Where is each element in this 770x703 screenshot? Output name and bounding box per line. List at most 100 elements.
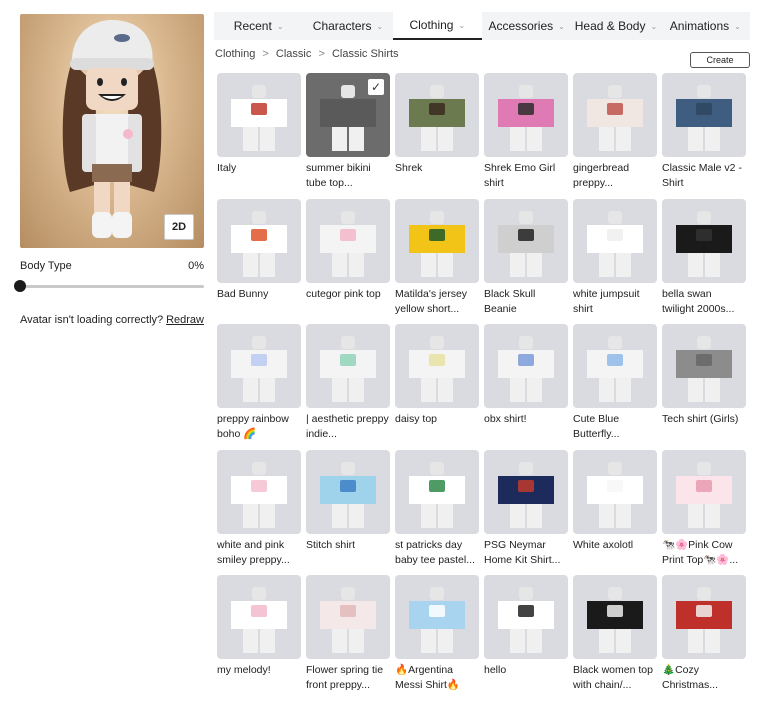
item-name: Matilda's jersey yellow short... xyxy=(395,287,468,315)
category-tabs: Recent ⌄ Characters ⌄ Clothing ⌄ Accessories ⌄ H… xyxy=(214,12,750,40)
item-thumbnail[interactable] xyxy=(573,198,657,283)
catalog-item[interactable]: Classic Male v2 - Shirt xyxy=(662,73,746,199)
item-name: hello xyxy=(484,664,507,676)
shirt-mannequin-icon xyxy=(231,210,287,277)
catalog-item[interactable]: preppy rainbow boho 🌈 xyxy=(217,324,301,450)
item-thumbnail[interactable] xyxy=(217,575,301,659)
chevron-down-icon: ⌄ xyxy=(458,20,466,30)
avatar-preview[interactable]: 2D xyxy=(20,14,204,248)
tab-accessories[interactable]: Accessories ⌄ xyxy=(482,12,571,40)
catalog-item[interactable]: obx shirt! xyxy=(484,324,568,450)
tab-label: Head & Body xyxy=(574,19,646,33)
shirt-mannequin-icon xyxy=(498,210,554,277)
item-name: Italy xyxy=(217,162,237,174)
catalog-item[interactable]: Black Skull Beanie xyxy=(484,198,568,325)
item-thumbnail[interactable] xyxy=(573,449,657,534)
item-thumbnail[interactable] xyxy=(484,198,568,283)
create-button[interactable]: Create xyxy=(690,52,750,68)
item-name: White axolotl xyxy=(573,538,634,551)
catalog-item[interactable]: white jumpsuit shirt xyxy=(573,198,657,325)
catalog-item[interactable]: my melody! xyxy=(217,575,301,701)
catalog-item[interactable]: hello xyxy=(484,575,568,701)
item-thumbnail[interactable] xyxy=(306,575,390,659)
catalog-item[interactable]: Bad Bunny xyxy=(217,198,301,325)
item-thumbnail[interactable] xyxy=(395,198,479,283)
catalog-item[interactable]: Shrek Emo Girl shirt xyxy=(484,73,568,199)
chevron-down-icon: ⌄ xyxy=(558,21,565,31)
catalog-item[interactable]: white and pink smiley preppy... xyxy=(217,449,301,576)
catalog-item[interactable]: White axolotl xyxy=(573,449,657,576)
catalog-item[interactable]: daisy top xyxy=(395,324,479,450)
shirt-mannequin-icon xyxy=(409,85,465,151)
catalog-item[interactable]: Stitch shirt xyxy=(306,449,390,576)
catalog-item[interactable]: Black women top with chain/... xyxy=(573,575,657,701)
item-thumbnail[interactable] xyxy=(484,73,568,157)
catalog-item[interactable]: Matilda's jersey yellow short... xyxy=(395,198,479,325)
catalog-item[interactable]: 🎄Cozy Christmas... xyxy=(662,575,746,701)
catalog-item[interactable]: | aesthetic preppy indie... xyxy=(306,324,390,450)
body-type-slider[interactable] xyxy=(14,280,204,292)
tab-head-body[interactable]: Head & Body ⌄ xyxy=(571,12,660,40)
item-thumbnail[interactable] xyxy=(395,73,479,157)
tab-animations[interactable]: Animations ⌄ xyxy=(661,12,750,40)
item-thumbnail[interactable] xyxy=(217,324,301,408)
shirt-mannequin-icon xyxy=(320,587,376,653)
breadcrumb-clothing[interactable]: Clothing xyxy=(215,48,255,60)
item-thumbnail[interactable] xyxy=(395,324,479,408)
tab-characters[interactable]: Characters ⌄ xyxy=(303,12,392,40)
item-thumbnail[interactable] xyxy=(484,575,568,659)
item-thumbnail[interactable] xyxy=(217,198,301,283)
item-thumbnail[interactable] xyxy=(395,575,479,659)
item-thumbnail[interactable] xyxy=(573,575,657,659)
catalog-item[interactable]: cutegor pink top xyxy=(306,198,390,325)
item-thumbnail[interactable] xyxy=(573,324,657,408)
item-thumbnail[interactable] xyxy=(306,198,390,283)
item-name: Bad Bunny xyxy=(217,287,269,300)
item-name: Black Skull Beanie xyxy=(484,287,536,315)
tab-label: Recent xyxy=(233,19,272,33)
avatar-figure xyxy=(62,20,162,238)
item-thumbnail[interactable] xyxy=(484,449,568,534)
item-thumbnail[interactable] xyxy=(662,324,746,408)
view-2d-toggle-button[interactable]: 2D xyxy=(164,214,194,240)
item-thumbnail[interactable] xyxy=(217,73,301,157)
item-thumbnail[interactable] xyxy=(573,73,657,157)
item-thumbnail[interactable] xyxy=(217,449,301,534)
catalog-item[interactable]: 🔥Argentina Messi Shirt🔥 xyxy=(395,575,479,701)
item-thumbnail[interactable] xyxy=(662,449,746,534)
item-thumbnail[interactable] xyxy=(484,324,568,408)
catalog-item[interactable]: 🐄🌸Pink Cow Print Top🐄🌸... xyxy=(662,449,746,576)
catalog-item[interactable]: ✓ summer bikini tube top... xyxy=(306,73,390,199)
catalog-item[interactable]: Italy xyxy=(217,73,301,199)
catalog-item[interactable]: PSG Neymar Home Kit Shirt... xyxy=(484,449,568,576)
catalog-item[interactable]: Flower spring tie front preppy... xyxy=(306,575,390,701)
item-thumbnail[interactable] xyxy=(306,449,390,534)
catalog-item[interactable]: Cute Blue Butterfly... xyxy=(573,324,657,450)
catalog-item[interactable]: gingerbread preppy... xyxy=(573,73,657,199)
redraw-link[interactable]: Redraw xyxy=(166,314,204,326)
shirt-mannequin-icon xyxy=(498,461,554,528)
catalog-item[interactable]: Shrek xyxy=(395,73,479,199)
shirt-mannequin-icon xyxy=(409,461,465,528)
shirt-mannequin-icon xyxy=(498,336,554,402)
shirt-mannequin-icon xyxy=(676,85,732,151)
item-thumbnail[interactable]: ✓ xyxy=(306,73,390,157)
breadcrumb-classic[interactable]: Classic xyxy=(276,48,311,60)
catalog-item[interactable]: Tech shirt (Girls) xyxy=(662,324,746,450)
catalog-item[interactable]: st patricks day baby tee pastel... xyxy=(395,449,479,576)
slider-thumb[interactable] xyxy=(14,280,26,292)
item-name: Shrek Emo Girl shirt xyxy=(484,162,556,189)
item-thumbnail[interactable] xyxy=(662,575,746,659)
tab-clothing[interactable]: Clothing ⌄ xyxy=(392,12,482,40)
item-thumbnail[interactable] xyxy=(395,449,479,534)
tab-recent[interactable]: Recent ⌄ xyxy=(214,12,303,40)
tab-label: Characters xyxy=(312,19,372,33)
item-name: Classic Male v2 - Shirt xyxy=(662,162,742,189)
item-name: Shrek xyxy=(395,162,423,174)
item-thumbnail[interactable] xyxy=(662,73,746,157)
item-thumbnail[interactable] xyxy=(662,198,746,283)
shirt-mannequin-icon xyxy=(320,210,376,277)
item-thumbnail[interactable] xyxy=(306,324,390,408)
item-name: cutegor pink top xyxy=(306,287,381,300)
catalog-item[interactable]: bella swan twilight 2000s... xyxy=(662,198,746,325)
